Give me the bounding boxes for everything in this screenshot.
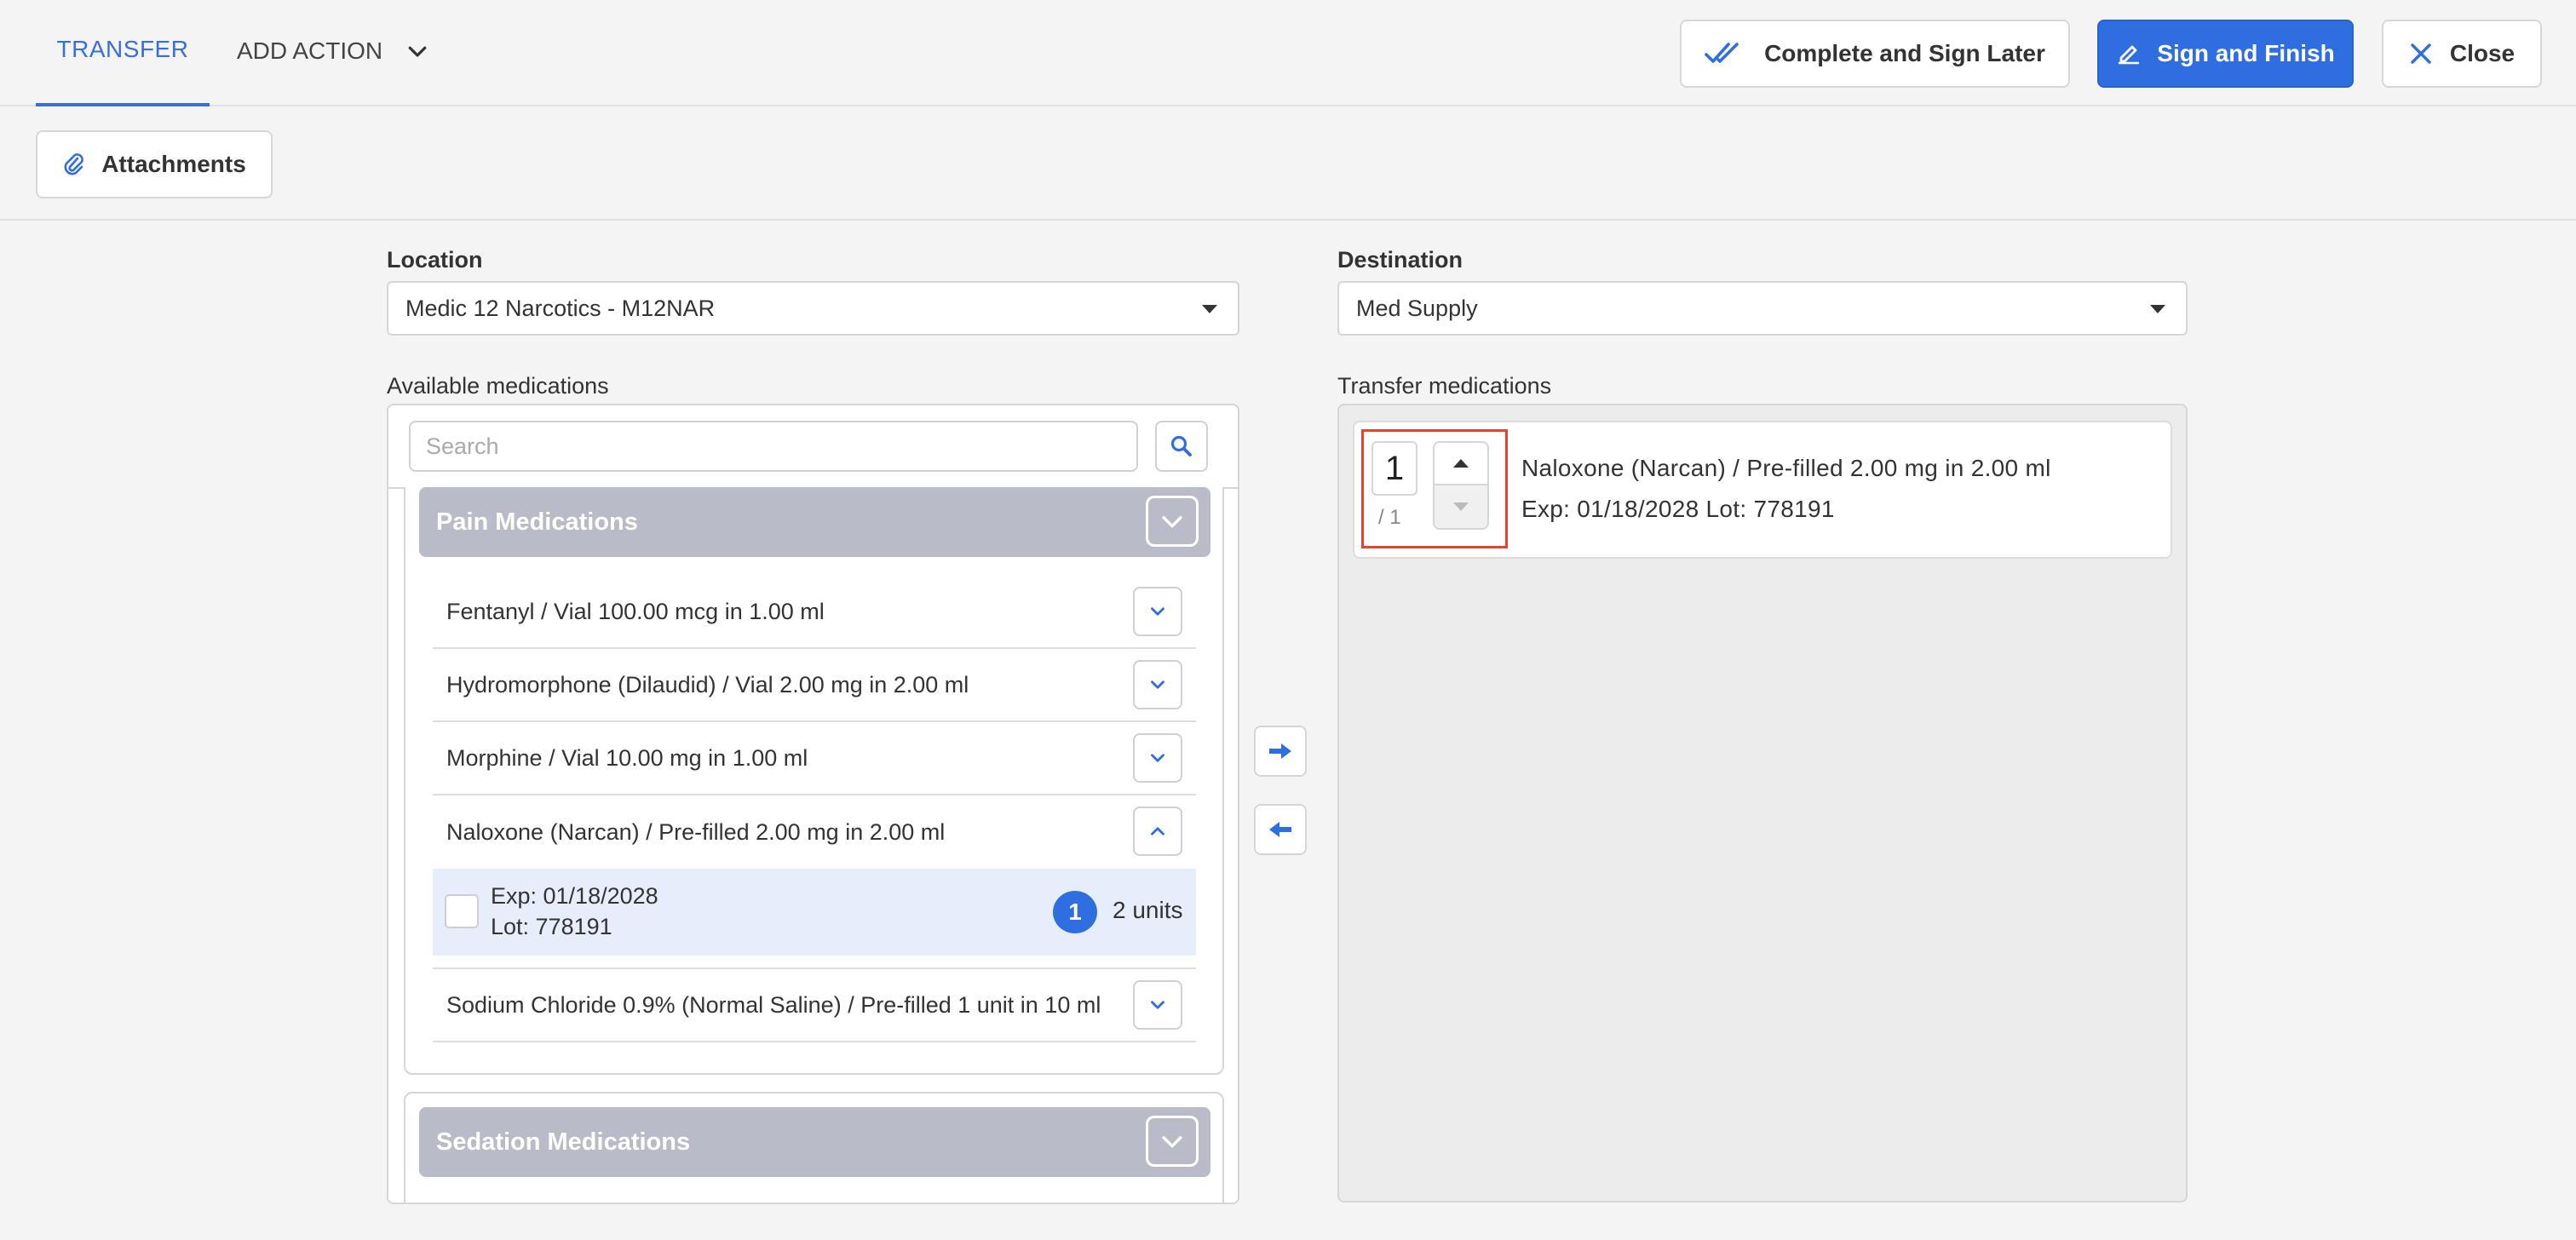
expand-button[interactable] [1133,587,1182,636]
chevron-up-icon [1151,827,1164,835]
location-value: Medic 12 Narcotics - M12NAR [405,295,716,321]
search-icon [1170,435,1192,456]
quantity-max: / 1 [1378,506,1401,529]
transfer-item-lot: Exp: 01/18/2028 Lot: 778191 [1521,496,1835,522]
list-item[interactable]: Hydromorphone (Dilaudid) / Vial 2.00 mg … [433,649,1196,722]
increment-button[interactable] [1435,443,1487,485]
medication-label: Hydromorphone (Dilaudid) / Vial 2.00 mg … [446,671,969,698]
group-title: Pain Medications [436,508,638,536]
group-expand-toggle[interactable] [1146,1116,1199,1167]
secondary-toolbar: Attachments [0,108,2576,221]
medication-label: Morphine / Vial 10.00 mg in 1.00 ml [446,744,808,771]
list-item[interactable]: Sodium Chloride 0.9% (Normal Saline) / P… [433,969,1196,1042]
move-right-button[interactable] [1254,726,1307,777]
lot-row[interactable]: Exp: 01/18/2028 Lot: 778191 1 2 units [433,869,1196,956]
transfer-item: 1 / 1 Naloxone (Narcan) / Pre-filled 2.0… [1353,421,2172,559]
sign-and-finish-button[interactable]: Sign and Finish [2097,20,2354,88]
list-item[interactable]: Naloxone (Narcan) / Pre-filled 2.00 mg i… [433,795,1196,869]
medication-label: Sodium Chloride 0.9% (Normal Saline) / P… [446,991,1101,1018]
tab-add-action-label: ADD ACTION [237,37,383,64]
lot-checkbox[interactable] [445,894,479,928]
expand-button[interactable] [1133,980,1182,1030]
chevron-down-icon [1162,516,1182,528]
caret-down-icon [1202,305,1217,313]
available-medications-label: Available medications [387,373,609,399]
list-item[interactable]: Fentanyl / Vial 100.00 mcg in 1.00 ml [433,576,1196,649]
chevron-down-icon [1151,1001,1164,1009]
close-icon [2411,43,2431,64]
lot-number: Lot: 778191 [491,914,612,939]
transfer-medications-label: Transfer medications [1337,373,1552,399]
arrow-right-icon [1269,743,1291,759]
chevron-down-icon [1151,607,1164,616]
transfer-item-details: Naloxone (Narcan) / Pre-filled 2.00 mg i… [1521,448,2051,530]
expand-button[interactable] [1133,733,1182,783]
group-title: Sedation Medications [436,1128,691,1156]
group-collapse-toggle[interactable] [1146,496,1199,547]
lot-details: Exp: 01/18/2028 Lot: 778191 [491,881,658,942]
medication-group-sedation: Sedation Medications [404,1092,1224,1203]
arrow-left-icon [1269,822,1291,837]
paperclip-icon [64,153,84,175]
search-button[interactable] [1155,421,1208,472]
tab-add-action[interactable]: ADD ACTION [237,0,430,106]
attachments-label: Attachments [101,151,246,177]
destination-select[interactable]: Med Supply [1337,281,2188,336]
quantity-stepper[interactable] [1433,441,1489,530]
close-label: Close [2449,40,2516,66]
quantity-input[interactable]: 1 [1371,441,1417,496]
selected-count-badge: 1 [1053,891,1097,933]
location-select[interactable]: Medic 12 Narcotics - M12NAR [387,281,1239,336]
move-left-button[interactable] [1254,804,1307,855]
collapse-button[interactable] [1133,807,1182,856]
sign-and-finish-label: Sign and Finish [2157,40,2335,66]
destination-label: Destination [1337,247,1463,273]
destination-value: Med Supply [1356,295,1478,321]
search-input[interactable] [409,421,1138,472]
expand-button[interactable] [1133,660,1182,709]
tab-transfer[interactable]: TRANSFER [36,0,210,106]
caret-up-icon [1453,459,1469,468]
chevron-down-icon [1151,754,1164,762]
complete-sign-later-button[interactable]: Complete and Sign Later [1680,20,2070,88]
caret-down-icon [1453,502,1469,511]
group-header-pain[interactable]: Pain Medications [419,487,1210,557]
chevron-down-icon [1162,1136,1182,1148]
transfer-item-name: Naloxone (Narcan) / Pre-filled 2.00 mg i… [1521,455,2051,481]
top-bar: TRANSFER ADD ACTION Complete and Sign La… [0,0,2576,106]
medication-label: Fentanyl / Vial 100.00 mcg in 1.00 ml [446,598,825,624]
location-label: Location [387,247,483,273]
available-medications-panel: Pain Medications Fentanyl / Vial 100.00 … [387,404,1239,1204]
transfer-medications-panel: 1 / 1 Naloxone (Narcan) / Pre-filled 2.0… [1337,404,2188,1203]
lot-units: 2 units [1113,897,1183,923]
group-header-sedation[interactable]: Sedation Medications [419,1107,1210,1177]
attachments-button[interactable]: Attachments [36,130,273,198]
signature-pen-icon [2119,45,2140,65]
caret-down-icon [2150,305,2165,313]
chevron-down-icon [408,46,427,57]
medication-group-pain: Pain Medications Fentanyl / Vial 100.00 … [404,487,1224,1075]
medication-label: Naloxone (Narcan) / Pre-filled 2.00 mg i… [446,818,946,845]
lot-expiration: Exp: 01/18/2028 [491,883,658,909]
close-button[interactable]: Close [2382,20,2542,88]
decrement-button[interactable] [1435,485,1487,528]
chevron-down-icon [1151,680,1164,689]
double-check-icon [1705,43,1739,63]
complete-sign-later-label: Complete and Sign Later [1764,40,2045,66]
list-item[interactable]: Morphine / Vial 10.00 mg in 1.00 ml [433,722,1196,795]
